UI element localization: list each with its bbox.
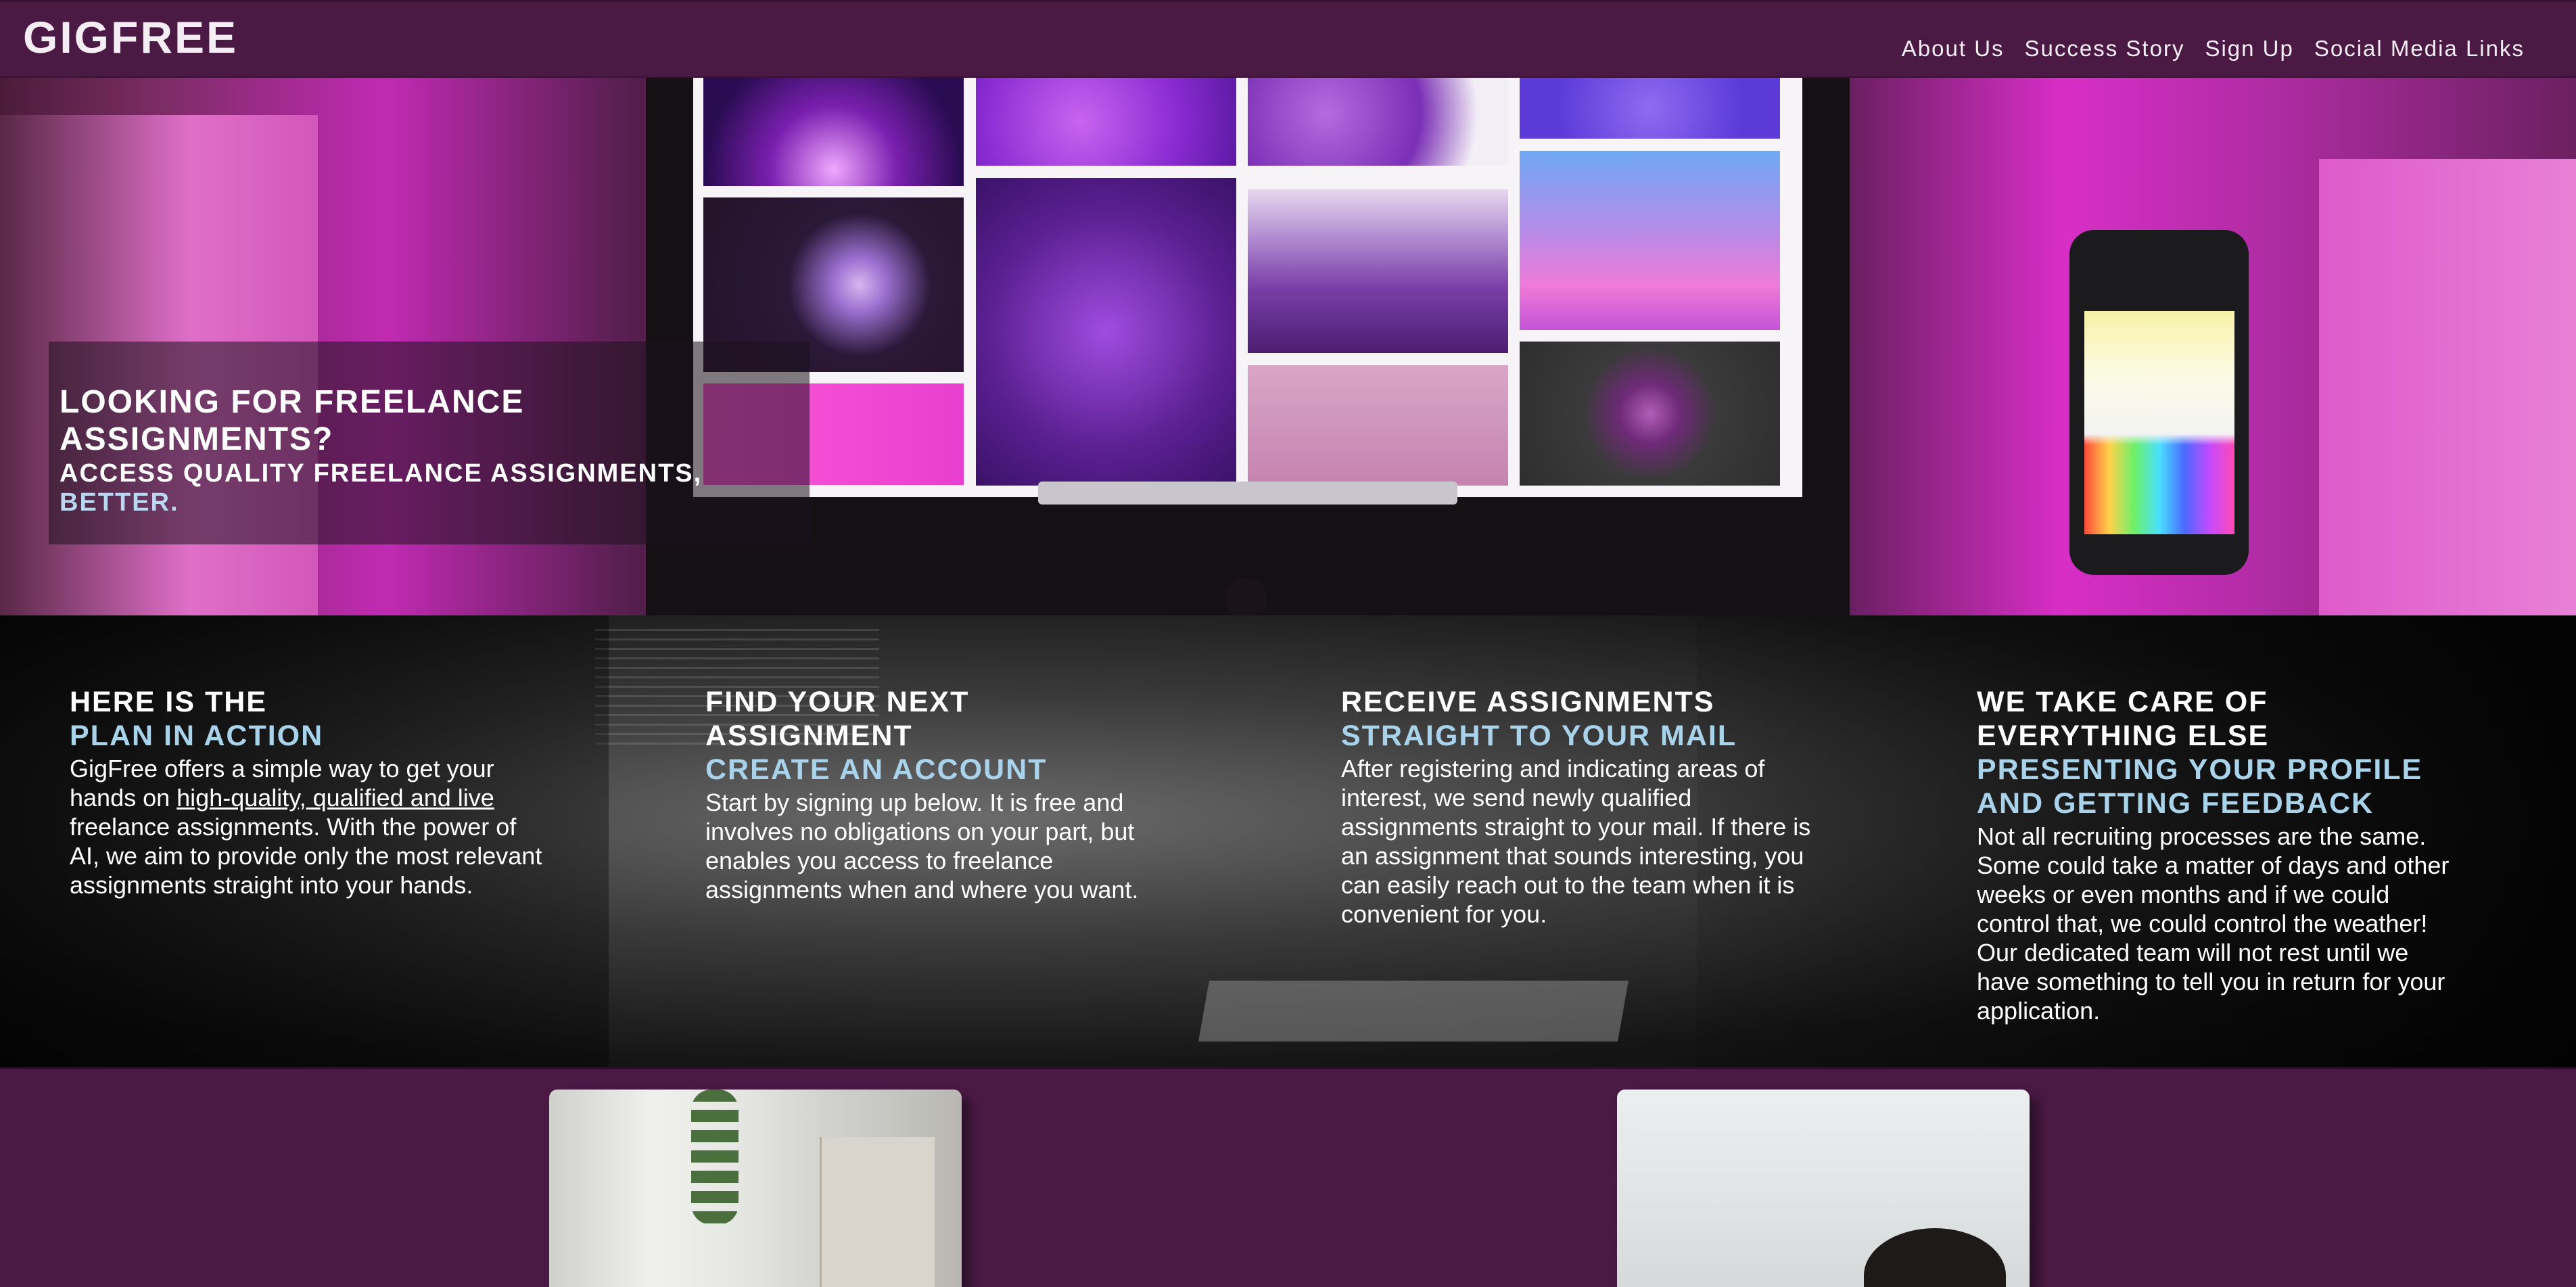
hero-heading: LOOKING FOR FREELANCE ASSIGNMENTS? bbox=[60, 384, 525, 457]
plan-column-2: FIND YOUR NEXT ASSIGNMENT CREATE AN ACCO… bbox=[705, 685, 1179, 904]
plant-vine-image bbox=[691, 1090, 739, 1225]
photo-tile bbox=[703, 78, 964, 186]
nav-links: About Us Success Story Sign Up Social Me… bbox=[1902, 36, 2525, 62]
photo-tile bbox=[976, 78, 1236, 166]
photo-card-left bbox=[549, 1090, 962, 1287]
hero-backdrop-right bbox=[2319, 159, 2576, 615]
photo-tile bbox=[1520, 78, 1780, 139]
photo-tile bbox=[1520, 342, 1780, 486]
nav-link-about-us[interactable]: About Us bbox=[1902, 36, 2005, 62]
highlight-link[interactable]: high-quality, qualified and live bbox=[177, 784, 494, 812]
column-body: Start by signing up below. It is free an… bbox=[705, 789, 1139, 904]
photo-tile bbox=[1520, 151, 1780, 330]
column-title: WE TAKE CARE OF EVERYTHING ELSE bbox=[1977, 686, 2270, 752]
hero-subheading-accent: BETTER. bbox=[60, 488, 179, 517]
plan-column-3: RECEIVE ASSIGNMENTS STRAIGHT TO YOUR MAI… bbox=[1341, 685, 1828, 929]
photo-tile bbox=[1248, 78, 1508, 166]
person-image bbox=[1864, 1228, 2006, 1287]
apple-logo-icon bbox=[1225, 578, 1267, 615]
door-image bbox=[820, 1137, 935, 1287]
hero-subheading-main: ACCESS QUALITY FREELANCE ASSIGNMENTS, bbox=[60, 459, 703, 488]
testimonial-section bbox=[0, 1067, 2576, 1287]
nav-link-sign-up[interactable]: Sign Up bbox=[2205, 36, 2293, 62]
photo-tile bbox=[1248, 189, 1508, 353]
column-title: HERE IS THE bbox=[70, 686, 267, 718]
photo-tile bbox=[1248, 365, 1508, 486]
column-title: FIND YOUR NEXT ASSIGNMENT bbox=[705, 686, 970, 752]
hero-monitor-screen bbox=[693, 78, 1802, 497]
column-subtitle: CREATE AN ACCOUNT bbox=[705, 753, 1048, 786]
column-body: GigFree offers a simple way to get your … bbox=[70, 755, 542, 899]
column-subtitle: PRESENTING YOUR PROFILE AND GETTING FEED… bbox=[1977, 753, 2423, 820]
hero-caption: LOOKING FOR FREELANCE ASSIGNMENTS? ACCES… bbox=[49, 342, 810, 544]
photo-tile bbox=[976, 178, 1236, 486]
background-photo-detail bbox=[1198, 981, 1629, 1042]
hero-phone-image bbox=[2069, 230, 2249, 575]
column-subtitle: STRAIGHT TO YOUR MAIL bbox=[1341, 720, 1737, 752]
column-body: Not all recruiting processes are the sam… bbox=[1977, 822, 2450, 1025]
column-subtitle: PLAN IN ACTION bbox=[70, 720, 324, 752]
nav-link-social-media[interactable]: Social Media Links bbox=[2314, 36, 2525, 62]
hero-dock-bar bbox=[1038, 482, 1457, 505]
plan-column-1: HERE IS THE PLAN IN ACTION GigFree offer… bbox=[70, 685, 570, 899]
hero-phone-display bbox=[2084, 311, 2234, 534]
hero-banner: LOOKING FOR FREELANCE ASSIGNMENTS? ACCES… bbox=[0, 78, 2576, 615]
top-navbar: GIGFREE About Us Success Story Sign Up S… bbox=[0, 0, 2576, 78]
nav-link-success-story[interactable]: Success Story bbox=[2025, 36, 2185, 62]
photo-card-right bbox=[1617, 1090, 2030, 1287]
plan-section: HERE IS THE PLAN IN ACTION GigFree offer… bbox=[0, 615, 2576, 1067]
column-title: RECEIVE ASSIGNMENTS bbox=[1341, 686, 1715, 718]
column-body: After registering and indicating areas o… bbox=[1341, 755, 1811, 928]
hero-subheading: ACCESS QUALITY FREELANCE ASSIGNMENTS, BE… bbox=[60, 459, 799, 517]
plan-column-4: WE TAKE CARE OF EVERYTHING ELSE PRESENTI… bbox=[1977, 685, 2464, 1025]
brand-logo[interactable]: GIGFREE bbox=[23, 11, 238, 63]
